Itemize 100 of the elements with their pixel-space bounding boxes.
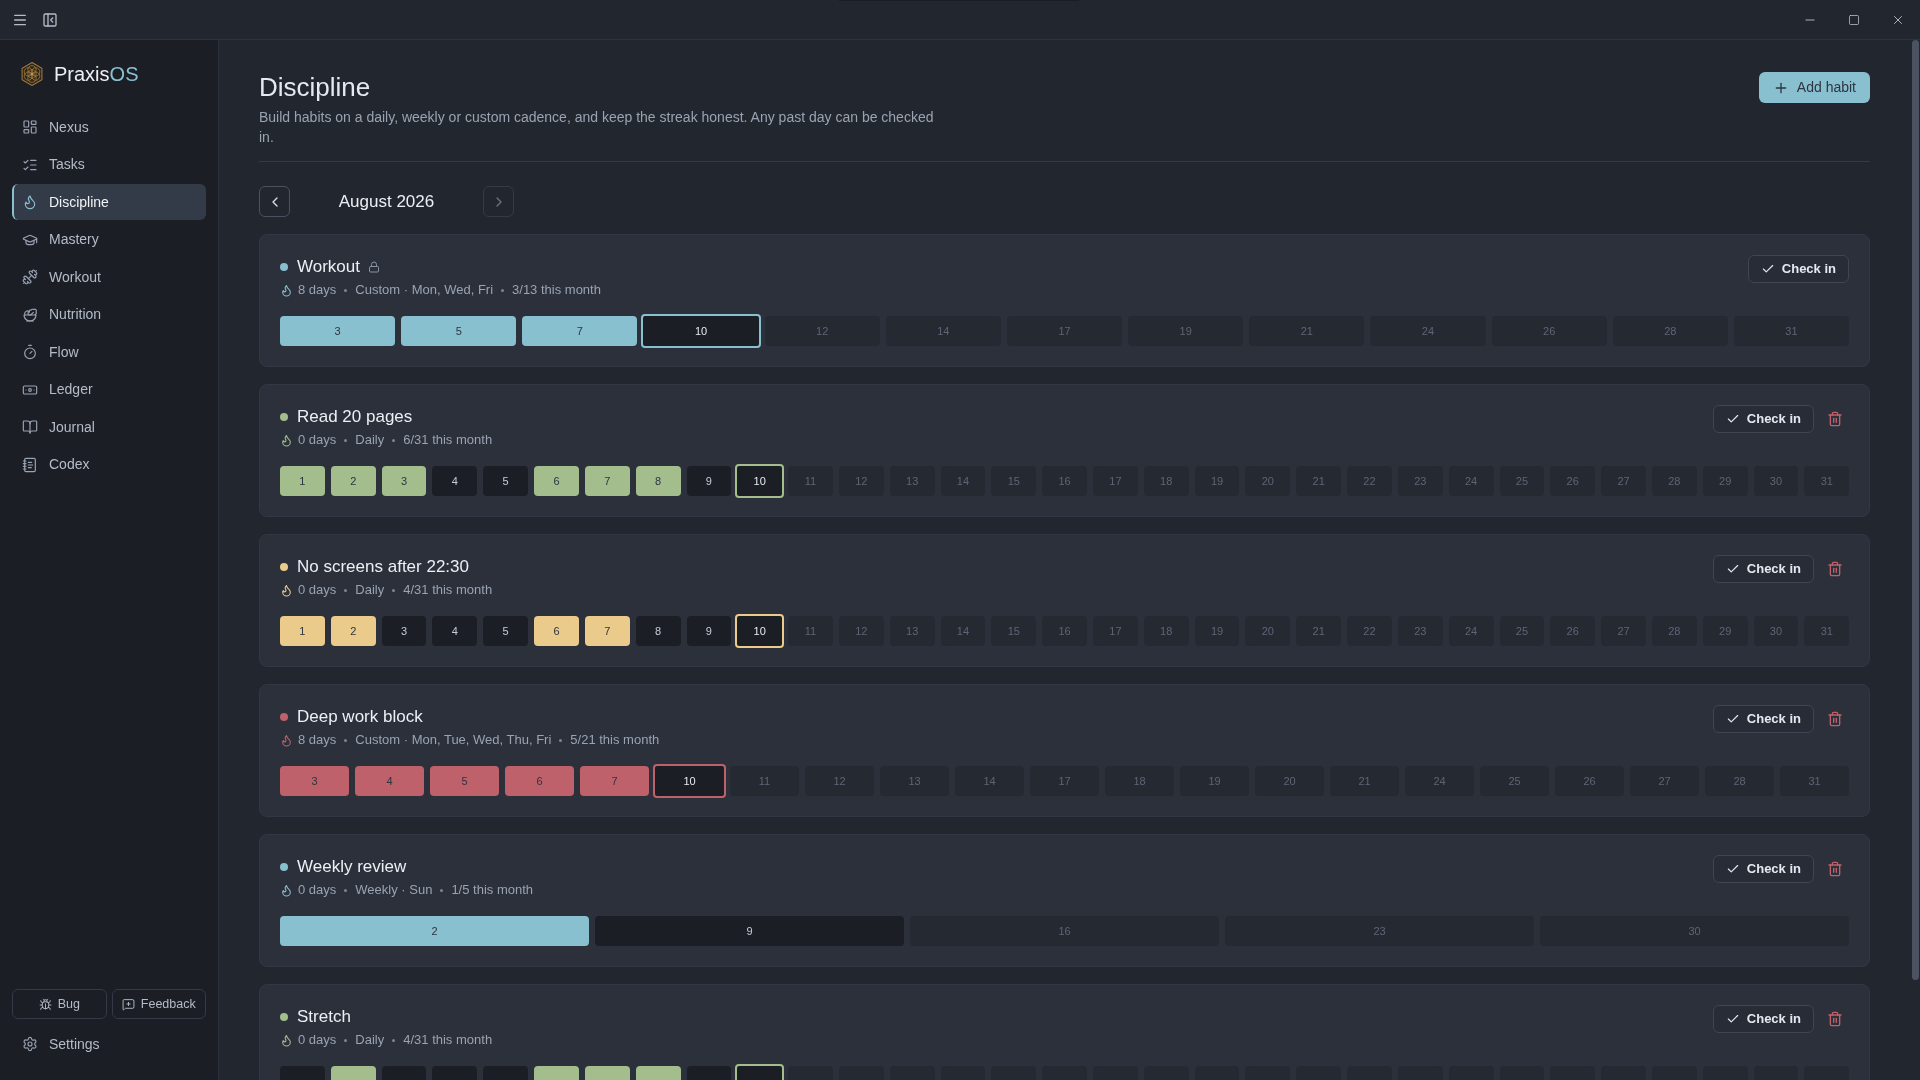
day-cell[interactable]: 12 [838,466,884,496]
day-cell[interactable]: 10 [641,314,761,348]
footer-button[interactable]: Bug [12,989,107,1019]
day-cell[interactable]: 6 [505,766,574,796]
day-cell[interactable]: 27 [1630,766,1699,796]
day-cell[interactable]: 17 [1030,766,1099,796]
day-cell[interactable]: 27 [1601,466,1646,496]
day-cell[interactable]: 24 [1405,766,1474,796]
day-cell[interactable]: 7 [580,766,649,796]
day-cell[interactable]: 4 [432,466,478,496]
day-cell[interactable]: 8 [635,616,681,646]
day-cell[interactable]: 5 [483,466,529,496]
sidebar-toggle-icon[interactable] [42,11,58,28]
day-cell[interactable]: 13 [889,616,935,646]
day-cell[interactable]: 23 [1397,466,1443,496]
day-cell[interactable]: 15 [991,616,1037,646]
day-cell[interactable]: 22 [1347,466,1392,496]
day-cell[interactable]: 17 [1093,466,1138,496]
maximize-icon[interactable] [1848,13,1860,26]
previous-month-button[interactable] [259,186,290,217]
day-cell[interactable]: 10 [653,764,726,798]
day-cell[interactable]: 10 [735,464,785,498]
check-in-button[interactable]: Check in [1747,255,1849,283]
day-cell[interactable]: 26 [1491,316,1607,346]
day-cell[interactable]: 30 [1753,616,1799,646]
day-cell[interactable]: 17 [1093,616,1138,646]
nav-item[interactable]: Codex [12,446,206,483]
day-cell[interactable]: 12 [838,616,884,646]
day-cell[interactable]: 2 [330,466,376,496]
day-cell[interactable]: 21 [1296,466,1342,496]
day-cell[interactable]: 5 [483,616,529,646]
day-cell[interactable]: 17 [1006,316,1123,346]
check-in-button[interactable]: Check in [1712,405,1814,433]
day-cell[interactable]: 14 [955,766,1024,796]
day-cell[interactable]: 6 [534,466,579,496]
day-cell[interactable]: 3 [280,316,396,346]
check-in-button[interactable]: Check in [1712,1005,1814,1033]
day-cell[interactable]: 22 [1347,616,1392,646]
day-cell[interactable]: 21 [1249,316,1365,346]
day-cell[interactable]: 13 [880,766,949,796]
day-cell[interactable]: 14 [940,616,986,646]
day-cell[interactable]: 28 [1612,316,1728,346]
day-cell[interactable]: 30 [1753,466,1799,496]
nav-item[interactable]: Journal [12,409,206,445]
add-habit-button[interactable]: Add habit [1758,72,1870,103]
nav-item[interactable]: Flow [12,334,206,370]
day-cell[interactable]: 24 [1448,616,1494,646]
day-cell[interactable]: 3 [381,616,427,646]
day-cell[interactable]: 31 [1804,466,1850,496]
day-cell[interactable]: 25 [1480,766,1549,796]
nav-item[interactable]: Ledger [12,371,206,408]
day-cell[interactable]: 18 [1143,616,1189,646]
day-cell[interactable]: 8 [635,466,681,496]
day-cell[interactable]: 12 [764,316,880,346]
day-cell[interactable]: 7 [584,616,630,646]
nav-item[interactable]: Nexus [12,109,206,145]
day-cell[interactable]: 31 [1804,616,1850,646]
day-cell[interactable]: 19 [1128,316,1244,346]
day-cell[interactable]: 21 [1296,616,1342,646]
day-cell[interactable]: 24 [1370,316,1486,346]
day-cell[interactable]: 14 [940,466,986,496]
day-cell[interactable]: 29 [1702,466,1748,496]
day-cell[interactable]: 2 [280,916,589,946]
check-in-button[interactable]: Check in [1712,555,1814,583]
day-cell[interactable]: 2 [330,616,376,646]
day-cell[interactable]: 5 [401,316,517,346]
day-cell[interactable]: 15 [991,466,1037,496]
day-cell[interactable]: 11 [730,766,799,796]
nav-item[interactable]: Nutrition [12,296,206,333]
day-cell[interactable]: 27 [1601,616,1646,646]
day-cell[interactable]: 20 [1255,766,1324,796]
day-cell[interactable]: 21 [1330,766,1399,796]
day-cell[interactable]: 20 [1245,466,1291,496]
day-cell[interactable]: 30 [1540,916,1849,946]
day-cell[interactable]: 16 [1042,466,1087,496]
day-cell[interactable]: 23 [1397,616,1443,646]
nav-item[interactable]: Discipline [12,184,206,220]
day-cell[interactable]: 19 [1194,616,1240,646]
day-cell[interactable]: 18 [1143,466,1189,496]
day-cell[interactable]: 11 [788,466,833,496]
day-cell[interactable]: 1 [280,466,325,496]
day-cell[interactable]: 9 [595,916,904,946]
day-cell[interactable]: 3 [381,466,427,496]
scrollbar-thumb[interactable] [1911,40,1919,980]
day-cell[interactable]: 12 [805,766,874,796]
day-cell[interactable]: 14 [885,316,1001,346]
day-cell[interactable]: 26 [1550,466,1596,496]
nav-item[interactable]: Mastery [12,221,206,258]
day-cell[interactable]: 4 [355,766,424,796]
settings-item[interactable]: Settings [12,1026,206,1062]
day-cell[interactable]: 13 [889,466,935,496]
day-cell[interactable]: 28 [1651,616,1697,646]
check-in-button[interactable]: Check in [1712,855,1814,883]
day-cell[interactable]: 25 [1499,466,1545,496]
day-cell[interactable]: 26 [1555,766,1624,796]
day-cell[interactable]: 28 [1705,766,1774,796]
day-cell[interactable]: 16 [1042,616,1087,646]
day-cell[interactable]: 7 [584,466,630,496]
day-cell[interactable]: 9 [686,616,732,646]
day-cell[interactable]: 6 [534,616,579,646]
